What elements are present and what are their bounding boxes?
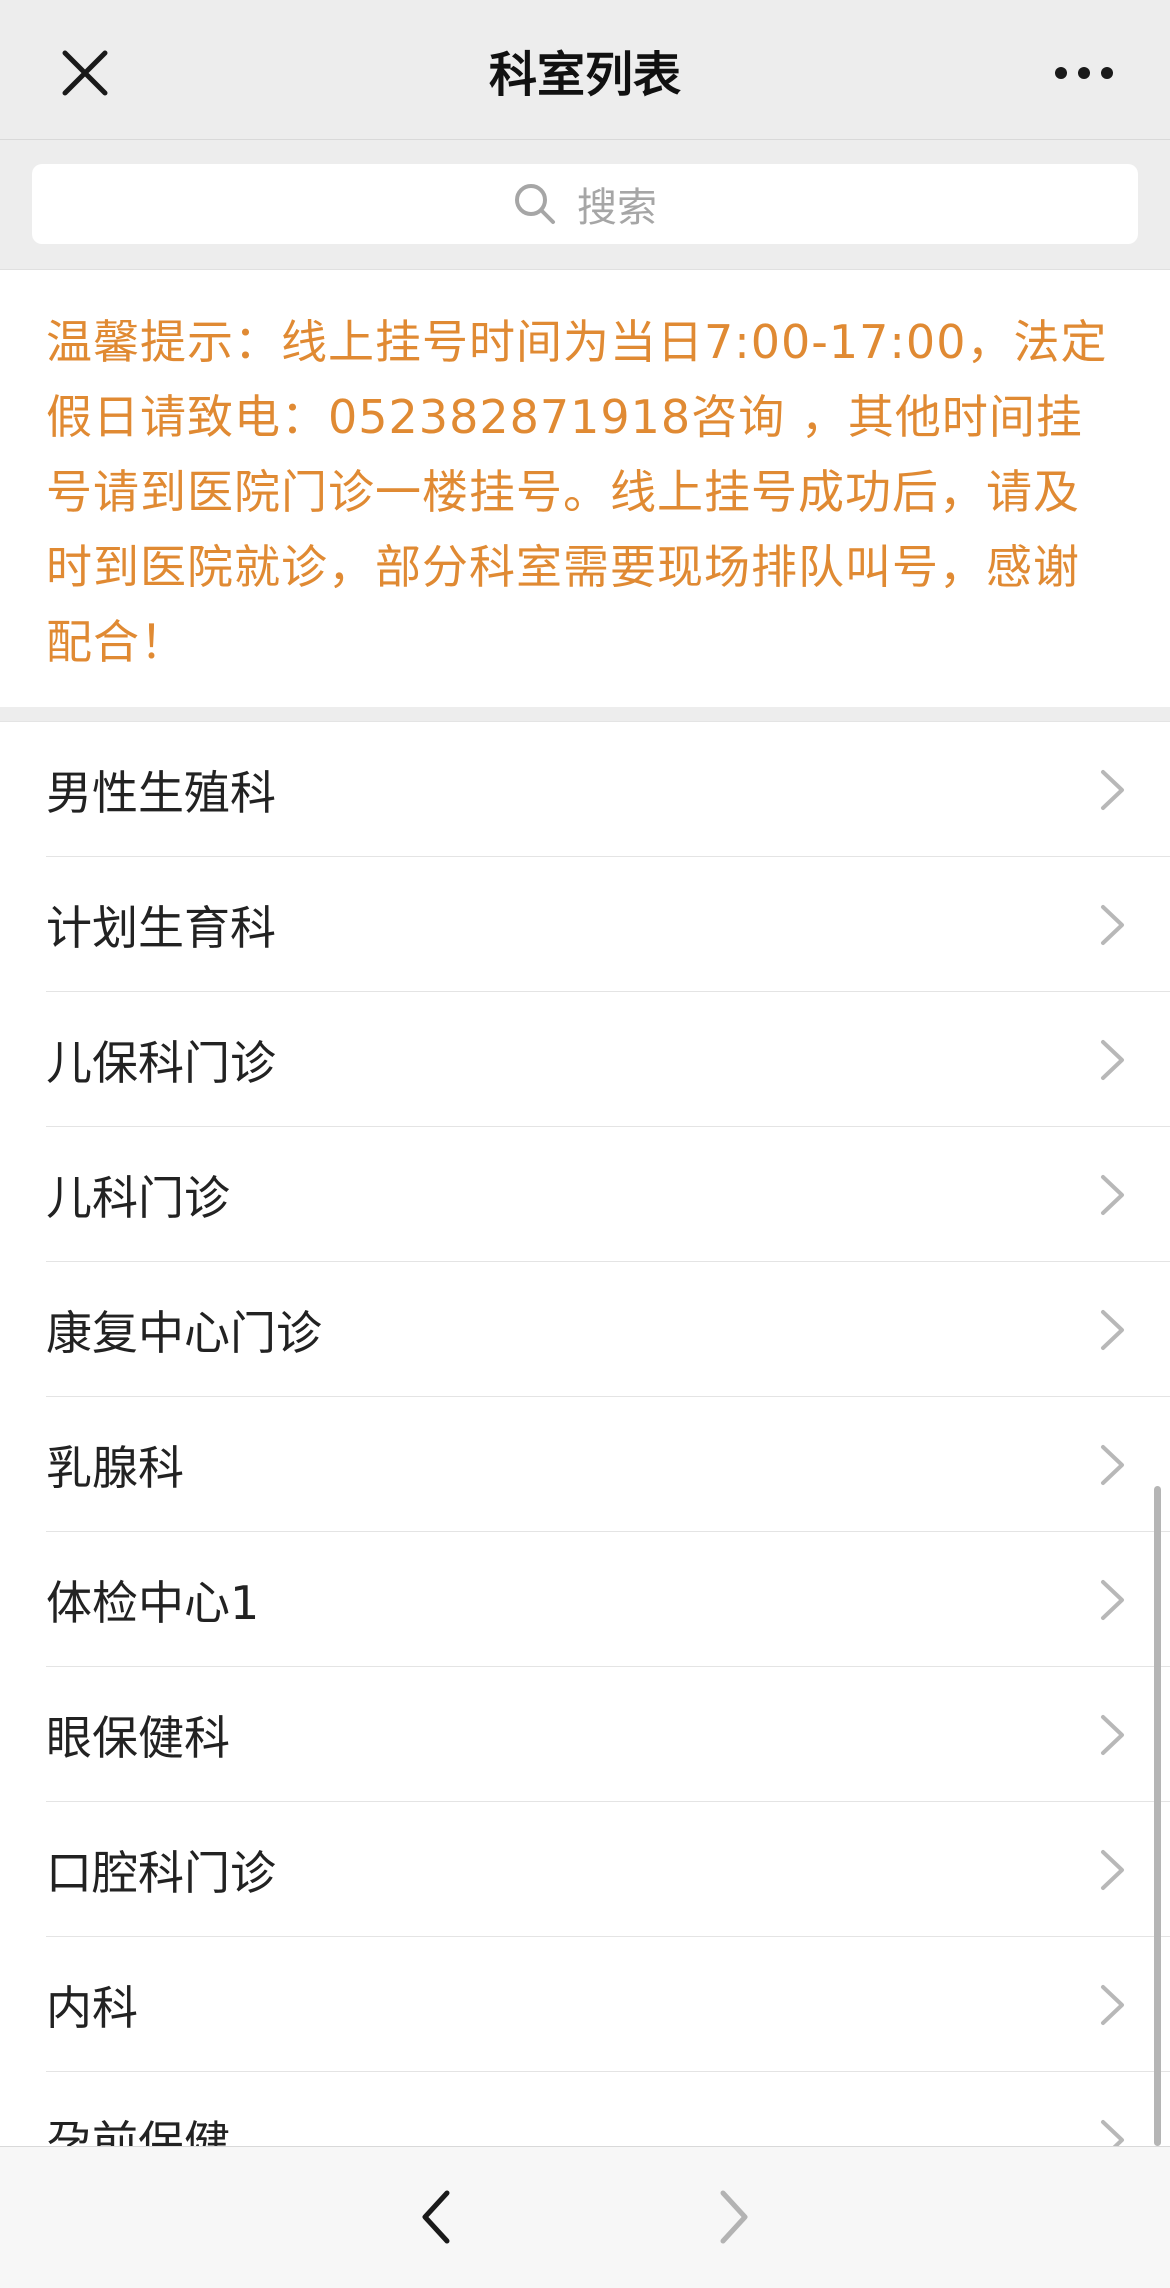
department-item[interactable]: 口腔科门诊 [0, 1802, 1170, 1937]
chevron-right-icon [1101, 1849, 1124, 1890]
department-item[interactable]: 内科 [0, 1937, 1170, 2072]
chevron-right-icon [1101, 904, 1124, 945]
chevron-right-icon [1101, 1984, 1124, 2025]
nav-bar: 科室列表 [0, 0, 1170, 140]
more-dots-icon [1055, 67, 1113, 79]
bottom-toolbar [0, 2146, 1170, 2288]
department-label: 儿保科门诊 [46, 1035, 276, 1090]
search-bar-container: 搜索 [0, 140, 1170, 270]
department-item[interactable]: 乳腺科 [0, 1397, 1170, 1532]
back-button[interactable] [400, 2177, 470, 2257]
department-label: 计划生育科 [46, 900, 276, 955]
department-item[interactable]: 儿保科门诊 [0, 992, 1170, 1127]
chevron-right-icon [1101, 1444, 1124, 1485]
scrollbar[interactable] [1154, 1486, 1161, 2146]
chevron-right-icon [720, 2190, 748, 2244]
department-item[interactable]: 体检中心1 [0, 1532, 1170, 1667]
department-label: 乳腺科 [46, 1440, 184, 1495]
department-label: 男性生殖科 [46, 765, 276, 820]
chevron-right-icon [1101, 1714, 1124, 1755]
chevron-right-icon [1101, 2119, 1124, 2147]
chevron-right-icon [1101, 769, 1124, 810]
forward-button[interactable] [700, 2177, 770, 2257]
department-label: 眼保健科 [46, 1710, 230, 1765]
search-placeholder: 搜索 [577, 185, 657, 231]
notice-panel: 温馨提示：线上挂号时间为当日7:00-17:00，法定假日请致电：0523828… [0, 271, 1170, 707]
notice-text: 温馨提示：线上挂号时间为当日7:00-17:00，法定假日请致电：0523828… [46, 315, 1108, 669]
chevron-right-icon [1101, 1039, 1124, 1080]
chevron-left-icon [422, 2190, 450, 2244]
chevron-right-icon [1101, 1579, 1124, 1620]
department-label: 康复中心门诊 [46, 1305, 322, 1360]
department-item[interactable]: 儿科门诊 [0, 1127, 1170, 1262]
department-label: 儿科门诊 [46, 1170, 230, 1225]
section-divider [0, 707, 1170, 721]
department-item[interactable]: 计划生育科 [0, 857, 1170, 992]
department-item[interactable]: 眼保健科 [0, 1667, 1170, 1802]
search-icon [515, 184, 555, 224]
department-list: 男性生殖科计划生育科儿保科门诊儿科门诊康复中心门诊 乳腺科体检中心1 眼保健科口腔科… [0, 721, 1170, 2147]
department-item[interactable]: 男性生殖科 [0, 722, 1170, 857]
more-button[interactable] [1034, 40, 1134, 106]
department-item[interactable]: 康复中心门诊 [0, 1262, 1170, 1397]
department-item[interactable]: 孕前保健 [0, 2072, 1170, 2147]
department-label: 口腔科门诊 [46, 1845, 276, 1900]
department-label: 内科 [46, 1980, 138, 2035]
chevron-right-icon [1101, 1309, 1124, 1350]
chevron-right-icon [1101, 1174, 1124, 1215]
department-label: 孕前保健 [46, 2115, 230, 2148]
search-input[interactable]: 搜索 [32, 164, 1138, 244]
page-title: 科室列表 [488, 47, 681, 103]
department-label: 体检中心1 [46, 1575, 260, 1630]
